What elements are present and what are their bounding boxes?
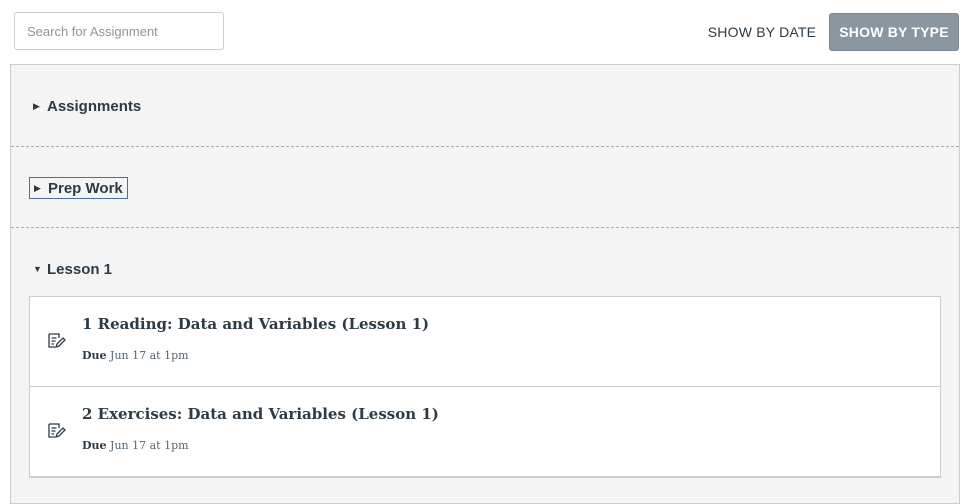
assignment-list: 1 Reading: Data and Variables (Lesson 1)… — [29, 296, 941, 478]
list-item[interactable]: 2 Exercises: Data and Variables (Lesson … — [30, 387, 940, 477]
group-title: Lesson 1 — [47, 260, 113, 278]
caret-down-icon: ▼ — [33, 264, 42, 274]
due-label: Due — [82, 349, 107, 362]
assignment-icon — [46, 421, 66, 441]
search-input[interactable] — [14, 12, 224, 50]
caret-right-icon: ▶ — [34, 182, 41, 193]
group-lesson-1: ▼ Lesson 1 1 Reading: Data and Variables… — [11, 227, 959, 478]
assignment-title-link[interactable]: 1 Reading: Data and Variables (Lesson 1) — [82, 315, 429, 333]
show-by-date-button[interactable]: SHOW BY DATE — [700, 14, 824, 50]
group-toggle-lesson-1[interactable]: ▼ Lesson 1 — [29, 258, 116, 280]
due-date-value: Jun 17 at 1pm — [110, 349, 189, 362]
caret-right-icon: ▶ — [33, 100, 40, 111]
group-assignments: ▶ Assignments — [11, 65, 959, 146]
due-date-value: Jun 17 at 1pm — [110, 439, 189, 452]
list-item[interactable]: 1 Reading: Data and Variables (Lesson 1)… — [30, 297, 940, 387]
due-label: Due — [82, 439, 107, 452]
group-title: Assignments — [47, 97, 142, 115]
group-toggle-assignments[interactable]: ▶ Assignments — [29, 95, 145, 117]
due-date: Due Jun 17 at 1pm — [82, 349, 189, 362]
assignment-groups: ▶ Assignments ▶ Prep Work ▼ Lesson 1 1 R… — [10, 64, 960, 504]
group-prep-work: ▶ Prep Work — [11, 146, 959, 227]
toolbar: SHOW BY DATE SHOW BY TYPE — [0, 0, 967, 64]
group-toggle-prep-work[interactable]: ▶ Prep Work — [29, 177, 128, 199]
show-by-type-button[interactable]: SHOW BY TYPE — [829, 13, 959, 51]
assignment-title-link[interactable]: 2 Exercises: Data and Variables (Lesson … — [82, 405, 439, 423]
assignment-icon — [46, 331, 66, 351]
group-title: Prep Work — [48, 179, 123, 197]
due-date: Due Jun 17 at 1pm — [82, 439, 189, 452]
